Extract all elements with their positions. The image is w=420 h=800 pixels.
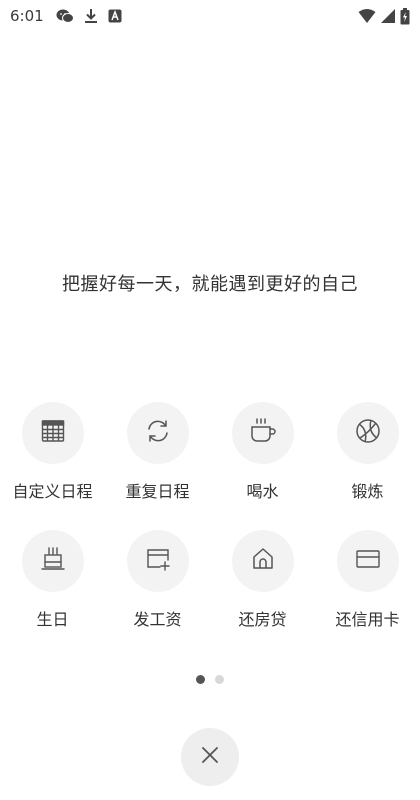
card-plus-icon [144, 545, 172, 577]
tile-repeat-schedule[interactable]: 重复日程 [105, 402, 210, 518]
close-icon [200, 745, 220, 769]
tile-drink-water[interactable]: 喝水 [210, 402, 315, 518]
tile-icon-circle [336, 402, 399, 464]
basketball-icon [354, 417, 382, 449]
cake-icon [39, 545, 67, 577]
calendar-grid-icon [40, 418, 66, 448]
tile-icon-circle [126, 530, 189, 592]
template-grid: 自定义日程 重复日程 喝水 锻炼 生日 发工资 还房贷 还信用卡 [0, 402, 420, 646]
wechat-icon [56, 8, 74, 24]
tile-label: 发工资 [133, 610, 182, 629]
tile-icon-circle [21, 530, 84, 592]
tile-label: 锻炼 [351, 482, 384, 501]
signal-icon [380, 8, 396, 24]
credit-card-icon [354, 545, 382, 577]
page-indicator [0, 675, 420, 684]
screen: 6:01 把握好每一天，就能遇到更好的自己 自定义日程 重复日程 喝水 锻炼 生… [0, 0, 420, 800]
tile-custom-schedule[interactable]: 自定义日程 [0, 402, 105, 518]
a-badge-icon [108, 9, 122, 23]
page-dot-active[interactable] [196, 675, 205, 684]
tile-mortgage[interactable]: 还房贷 [210, 530, 315, 646]
status-left-icons [56, 8, 122, 24]
tile-icon-circle [231, 402, 294, 464]
close-button[interactable] [181, 728, 239, 786]
tile-label: 重复日程 [125, 482, 190, 501]
tile-credit-card[interactable]: 还信用卡 [315, 530, 420, 646]
tile-icon-circle [231, 530, 294, 592]
tile-label: 生日 [36, 610, 69, 629]
battery-icon [400, 7, 410, 25]
status-bar: 6:01 [0, 0, 420, 32]
tile-birthday[interactable]: 生日 [0, 530, 105, 646]
tile-icon-circle [336, 530, 399, 592]
page-dot[interactable] [215, 675, 224, 684]
status-time: 6:01 [10, 7, 44, 25]
tile-label: 自定义日程 [12, 482, 93, 501]
download-icon [84, 8, 98, 24]
tile-payday[interactable]: 发工资 [105, 530, 210, 646]
tile-label: 还信用卡 [335, 610, 400, 629]
cup-icon [248, 417, 278, 449]
house-icon [250, 546, 276, 576]
status-right-icons [358, 7, 410, 25]
tile-icon-circle [126, 402, 189, 464]
tile-icon-circle [21, 402, 84, 464]
slogan-text: 把握好每一天，就能遇到更好的自己 [62, 274, 358, 295]
tile-label: 还房贷 [238, 610, 287, 629]
wifi-icon [358, 8, 376, 24]
tile-label: 喝水 [246, 482, 279, 501]
tile-exercise[interactable]: 锻炼 [315, 402, 420, 518]
repeat-icon [144, 417, 172, 449]
